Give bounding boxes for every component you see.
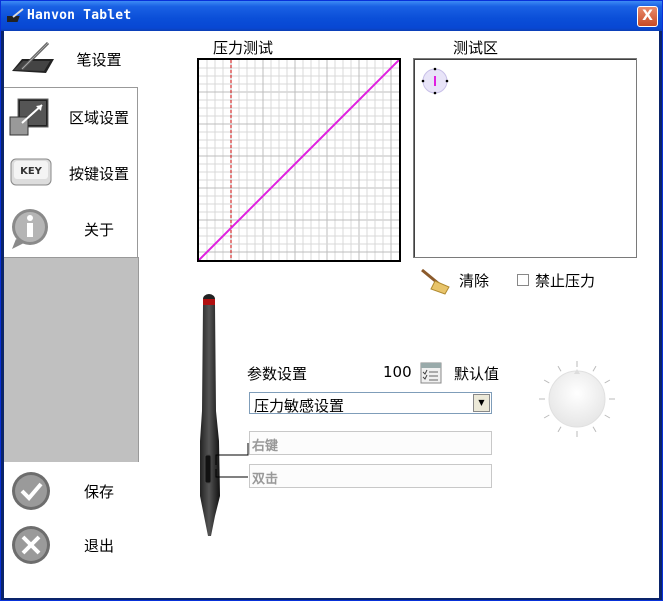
default-label: 默认值 [454,365,500,383]
window-title: Hanvon Tablet [27,8,132,23]
pen-tablet-icon [12,41,54,73]
sensitivity-knob[interactable] [535,357,619,441]
area-mapping-icon [9,98,49,136]
sidebar-empty-panel [4,257,139,462]
exit-button[interactable]: 退出 [4,515,139,571]
right-key-field[interactable]: 右键 [249,431,492,455]
clear-label: 清除 [459,272,490,290]
right-key-value: 右键 [252,439,279,454]
settings-list-icon [420,362,442,384]
pen-image [200,294,220,536]
pressure-curve-svg [198,59,400,261]
tablet-pen-icon [7,8,24,22]
save-button[interactable]: 保存 [4,461,139,517]
checkmark-icon [12,472,50,510]
sidebar-item-key-settings[interactable]: KEY 按键设置 [4,145,139,201]
cursor-crosshair-icon [421,67,449,95]
dropdown-arrow-icon[interactable]: ▼ [473,394,490,412]
test-area-title: 测试区 [453,39,499,57]
close-button[interactable]: X [637,6,658,27]
sidebar-item-area-settings[interactable]: 区域设置 [4,89,139,145]
default-button[interactable]: 默认值 [420,360,510,386]
sidebar-item-label: 按键设置 [68,165,129,183]
svg-text:KEY: KEY [20,166,43,177]
app-window: Hanvon Tablet X 笔设置 区域设置 KEY 按键设置 关于 保存 … [0,0,663,601]
pressure-curve-line [198,59,400,261]
sidebar-item-label: 笔设置 [76,51,122,69]
key-icon: KEY [10,158,52,186]
title-bar[interactable]: Hanvon Tablet X [1,1,662,31]
sidebar-item-pen-settings[interactable]: 笔设置 [4,31,139,87]
disable-pressure-label: 禁止压力 [535,272,596,290]
info-icon [12,209,48,249]
broom-icon [421,268,450,295]
pressure-curve-graph [197,58,401,262]
client-area: 笔设置 区域设置 KEY 按键设置 关于 保存 退出 压力测试 测试区 清除 禁… [4,31,659,598]
param-select-value: 压力敏感设置 [254,397,345,415]
test-area-canvas[interactable] [413,58,637,258]
double-click-field[interactable]: 双击 [249,464,492,488]
params-value: 100 [383,363,412,381]
sidebar-item-label: 区域设置 [68,109,129,127]
clear-button[interactable]: 清除 [419,267,489,295]
save-label: 保存 [83,483,114,501]
param-select[interactable]: 压力敏感设置 ▼ [249,392,492,415]
sidebar-item-label: 关于 [83,221,114,239]
close-circle-icon [12,526,50,564]
params-label: 参数设置 [247,365,308,383]
exit-label: 退出 [83,537,114,555]
sidebar: 笔设置 区域设置 KEY 按键设置 关于 保存 退出 [4,31,139,598]
disable-pressure-checkbox[interactable] [517,274,529,286]
double-click-value: 双击 [252,472,279,487]
pen-button-connector-lines [215,443,249,478]
sidebar-item-about[interactable]: 关于 [4,201,139,257]
pressure-test-title: 压力测试 [213,39,274,57]
